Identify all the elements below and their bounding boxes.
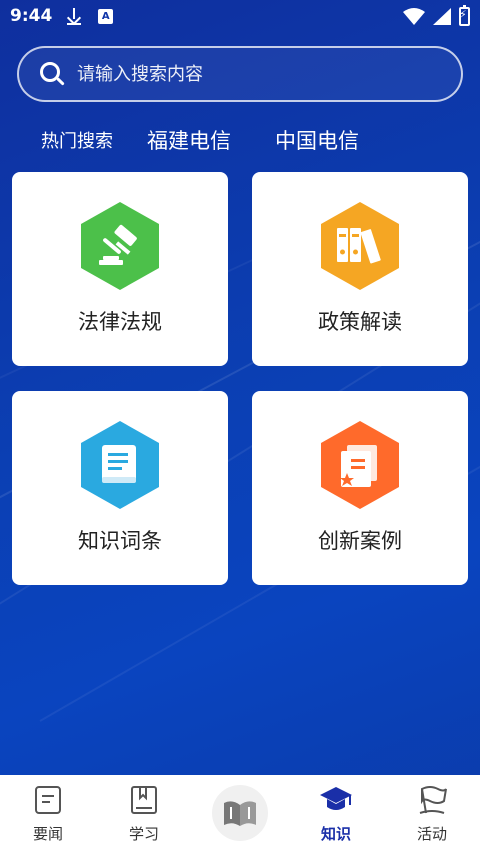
gavel-icon [77,200,163,292]
nav-label: 知识 [320,825,351,843]
card-policy-interpretation[interactable]: 政策解读 [252,172,468,366]
graduation-cap-icon [319,783,353,817]
nav-item-center[interactable] [192,783,288,841]
news-doc-icon [31,783,65,817]
study-book-icon [127,783,161,817]
card-title: 创新案例 [318,529,402,553]
nav-item-activity[interactable]: 活动 [384,783,480,844]
status-bar: 9:44 A [0,0,480,32]
certificate-icon [317,419,403,511]
nav-item-study[interactable]: 学习 [96,783,192,844]
book-icon [77,419,163,511]
hot-search-label: 热门搜索 [41,131,113,152]
nav-label: 要闻 [32,825,63,843]
search-icon [39,61,65,87]
wifi-icon [403,7,425,25]
binders-icon [317,200,403,292]
battery-icon [459,4,470,26]
download-icon [66,7,82,25]
nav-label: 学习 [128,825,159,843]
card-laws-regulations[interactable]: 法律法规 [12,172,228,366]
card-innovation-cases[interactable]: 创新案例 [252,391,468,585]
app-notification-icon: A [98,8,114,24]
signal-icon [433,7,451,25]
flag-icon [415,783,449,817]
nav-label: 活动 [416,825,447,843]
open-book-icon [212,785,268,841]
card-knowledge-entries[interactable]: 知识词条 [12,391,228,585]
status-time: 9:44 [10,6,53,26]
hot-search-tag-fujian[interactable]: 福建电信 [147,125,231,155]
nav-item-knowledge[interactable]: 知识 [288,783,384,844]
search-input[interactable] [77,63,417,85]
card-title: 法律法规 [78,310,162,334]
background-decoration [0,0,480,775]
hot-search-tag-china-telecom[interactable]: 中国电信 [275,125,359,155]
card-title: 政策解读 [318,310,402,334]
search-bar[interactable] [17,46,463,102]
bottom-nav: 要闻 学习 知识 活动 [0,775,480,855]
nav-item-news[interactable]: 要闻 [0,783,96,844]
hot-search-row: 热门搜索 福建电信 中国电信 [41,125,403,155]
card-title: 知识词条 [78,529,162,553]
